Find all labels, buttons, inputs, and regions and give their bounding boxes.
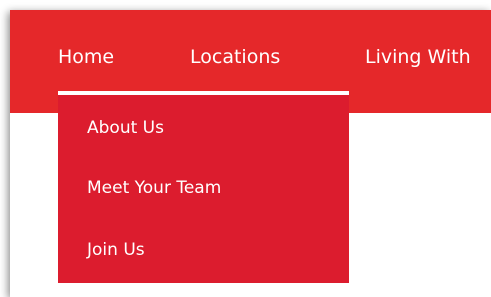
nav-item-locations[interactable]: Locations [190, 43, 280, 71]
page-frame: Home Locations Living With About Us Meet… [10, 10, 491, 297]
dropdown-item-about-us[interactable]: About Us [87, 116, 164, 140]
home-dropdown-menu: About Us Meet Your Team Join Us [58, 95, 349, 283]
dropdown-item-join-us[interactable]: Join Us [87, 238, 145, 262]
nav-item-living-with[interactable]: Living With [365, 43, 471, 71]
nav-item-home[interactable]: Home [58, 43, 114, 71]
dropdown-item-meet-your-team[interactable]: Meet Your Team [87, 176, 221, 200]
